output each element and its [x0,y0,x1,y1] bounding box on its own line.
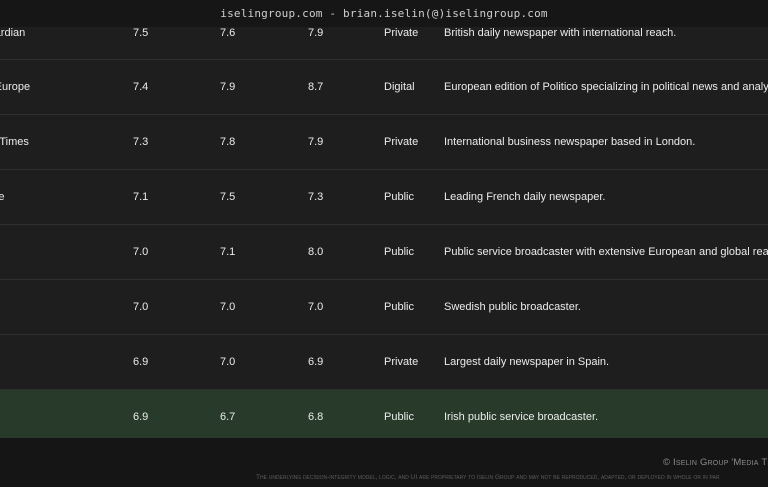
ownership-type: Public [384,301,414,313]
score-3: 7.9 [308,136,324,148]
score-1: 6.9 [133,356,149,368]
score-1: 7.0 [133,246,149,258]
score-3: 6.8 [308,411,324,423]
ownership-type: Public [384,411,414,423]
score-1: 7.4 [133,81,149,93]
score-2: 7.8 [220,136,236,148]
page-footer: © Iselin Group 'Media Trus The underlyin… [0,438,768,487]
outlet-description: British daily newspaper with internation… [444,26,677,39]
ownership-type: Public [384,191,414,203]
outlet-description: Largest daily newspaper in Spain. [444,356,610,368]
score-2: 7.0 [220,301,236,313]
outlet-name: Guardian [0,26,26,39]
score-1: 7.0 [133,301,149,313]
outlet-name: cial Times [0,136,29,148]
score-3: 7.9 [308,26,324,39]
score-2: 7.9 [220,81,236,93]
score-2: 7.0 [220,356,236,368]
table-row[interactable]: co Europe 7.4 7.9 8.7 Digital European e… [0,60,768,115]
ownership-type: Private [384,136,419,148]
score-3: 8.7 [308,81,324,93]
window-title: iselingroup.com - brian.iselin(@)iseling… [220,7,548,20]
copyright-text: © Iselin Group 'Media Trus [663,457,768,468]
outlet-description: Irish public service broadcaster. [444,411,599,423]
outlet-description: Swedish public broadcaster. [444,301,581,313]
window-title-bar: iselingroup.com - brian.iselin(@)iseling… [0,0,768,27]
score-2: 7.5 [220,191,236,203]
score-1: 7.3 [133,136,149,148]
outlet-name: co Europe [0,81,31,93]
score-1: 7.1 [133,191,149,203]
table-row[interactable]: 7.0 7.1 8.0 Public Public service broadc… [0,225,768,280]
outlet-description: International business newspaper based i… [444,136,696,148]
ownership-type: Public [384,246,414,258]
outlet-description: European edition of Politico specializin… [444,81,768,93]
score-2: 7.1 [220,246,236,258]
ownership-type: Private [384,356,419,368]
ownership-type: Digital [384,81,415,93]
score-2: 7.6 [220,26,236,39]
score-3: 6.9 [308,356,324,368]
outlet-description: Leading French daily newspaper. [444,191,606,203]
table-row[interactable]: cial Times 7.3 7.8 7.9 Private Internati… [0,115,768,170]
table-row[interactable]: s 6.9 7.0 6.9 Private Largest daily news… [0,335,768,390]
outlet-name: onde [0,191,5,203]
score-1: 7.5 [133,26,149,39]
outlet-description: Public service broadcaster with extensiv… [444,246,768,258]
table-row-highlighted[interactable]: 6.9 6.7 6.8 Public Irish public service … [0,390,768,445]
score-2: 6.7 [220,411,236,423]
score-3: 8.0 [308,246,324,258]
score-3: 7.0 [308,301,324,313]
table-row[interactable]: 7.0 7.0 7.0 Public Swedish public broadc… [0,280,768,335]
ownership-type: Private [384,26,419,39]
media-trust-table: Guardian 7.5 7.6 7.9 Private British dai… [0,6,768,445]
score-3: 7.3 [308,191,324,203]
score-1: 6.9 [133,411,149,423]
table-row[interactable]: onde 7.1 7.5 7.3 Public Leading French d… [0,170,768,225]
proprietary-disclaimer: The underlying decision-integrity model,… [256,474,720,481]
